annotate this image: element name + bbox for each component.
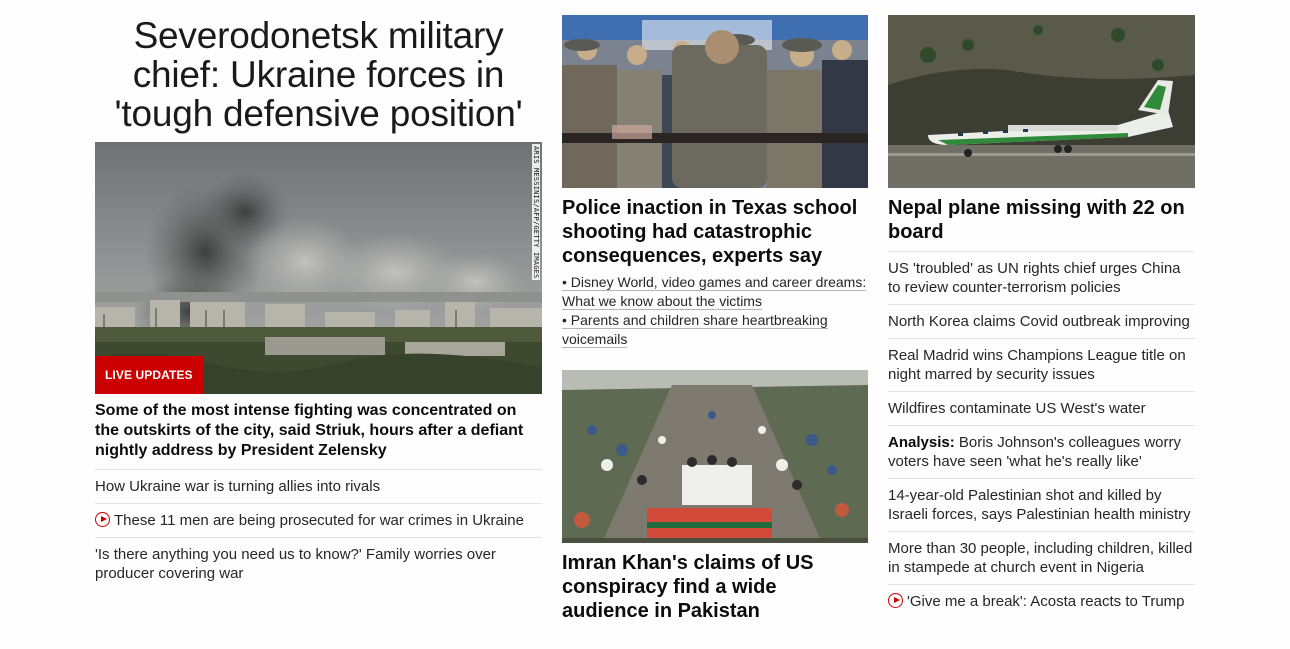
imran-khan-story: Imran Khan's claims of US conspiracy fin… [562,370,868,623]
list-item-link[interactable]: North Korea claims Covid outbreak improv… [888,313,1190,330]
play-video-icon [95,512,110,527]
lead-headline-link[interactable]: Severodonetsk military chief: Ukraine fo… [115,15,523,134]
list-item[interactable]: Real Madrid wins Champions League title … [888,339,1195,392]
related-link-2-text[interactable]: These 11 men are being prosecuted for wa… [114,512,524,529]
texas-story: Police inaction in Texas school shooting… [562,15,868,349]
list-item[interactable]: Wildfires contaminate US West's water [888,392,1195,426]
crowd-rally-photo [562,370,868,543]
list-item-link[interactable]: 14-year-old Palestinian shot and killed … [888,487,1191,523]
imran-khan-headline-link[interactable]: Imran Khan's claims of US conspiracy fin… [562,552,814,622]
analysis-label: Analysis: [888,434,955,451]
texas-related-2[interactable]: • Parents and children share heartbreaki… [562,311,868,349]
related-link-2[interactable]: These 11 men are being prosecuted for wa… [95,504,542,538]
related-link-3[interactable]: 'Is there anything you need us to know?'… [95,538,542,590]
middle-column: Police inaction in Texas school shooting… [562,15,868,622]
texas-related-links: • Disney World, video games and career d… [562,273,868,349]
imran-khan-image[interactable] [562,370,868,543]
image-credit: ARIS MESSINIS/AFP/GETTY IMAGES [532,144,540,281]
play-video-icon [888,593,903,608]
live-updates-badge[interactable]: LIVE UPDATES [95,356,203,394]
headline-list: US 'troubled' as UN rights chief urges C… [888,252,1195,618]
lead-story: Severodonetsk military chief: Ukraine fo… [95,15,542,590]
texas-police-image[interactable] [562,15,868,188]
list-item-link[interactable]: More than 30 people, including children,… [888,540,1192,576]
list-item-link[interactable]: Wildfires contaminate US West's water [888,400,1146,417]
lead-summary-link[interactable]: Some of the most intense fighting was co… [95,402,523,459]
list-item-link[interactable]: Analysis: Boris Johnson's colleagues wor… [888,434,1181,470]
lead-headline[interactable]: Severodonetsk military chief: Ukraine fo… [95,15,542,142]
texas-headline[interactable]: Police inaction in Texas school shooting… [562,196,868,268]
nepal-headline-link[interactable]: Nepal plane missing with 22 on board [888,197,1185,243]
related-link-3-text[interactable]: 'Is there anything you need us to know?'… [95,546,496,582]
plane-photo [888,15,1195,188]
nepal-plane-image[interactable] [888,15,1195,188]
texas-related-1[interactable]: • Disney World, video games and career d… [562,273,868,311]
list-item[interactable]: Analysis: Boris Johnson's colleagues wor… [888,426,1195,479]
related-link-1-text[interactable]: How Ukraine war is turning allies into r… [95,478,380,495]
list-item[interactable]: 14-year-old Palestinian shot and killed … [888,479,1195,532]
texas-related-2-text: Parents and children share heartbreaking… [562,312,828,347]
texas-related-1-text: Disney World, video games and career dre… [562,274,867,309]
right-column: Nepal plane missing with 22 on board US … [888,15,1195,618]
list-item[interactable]: US 'troubled' as UN rights chief urges C… [888,252,1195,305]
list-item[interactable]: North Korea claims Covid outbreak improv… [888,305,1195,339]
list-item[interactable]: More than 30 people, including children,… [888,532,1195,585]
nepal-headline[interactable]: Nepal plane missing with 22 on board [888,196,1195,252]
related-link-1[interactable]: How Ukraine war is turning allies into r… [95,470,542,504]
lead-summary[interactable]: Some of the most intense fighting was co… [95,401,542,470]
texas-headline-link[interactable]: Police inaction in Texas school shooting… [562,197,857,267]
police-photo [562,15,868,188]
lead-image[interactable]: ARIS MESSINIS/AFP/GETTY IMAGES LIVE UPDA… [95,142,542,394]
bullet-mark: • [562,312,567,328]
bullet-mark: • [562,274,567,290]
list-item-link[interactable]: Real Madrid wins Champions League title … [888,347,1186,383]
imran-khan-headline[interactable]: Imran Khan's claims of US conspiracy fin… [562,551,868,623]
list-item-link[interactable]: 'Give me a break': Acosta reacts to Trum… [907,593,1185,610]
list-item[interactable]: 'Give me a break': Acosta reacts to Trum… [888,585,1195,618]
list-item-link[interactable]: US 'troubled' as UN rights chief urges C… [888,260,1181,296]
